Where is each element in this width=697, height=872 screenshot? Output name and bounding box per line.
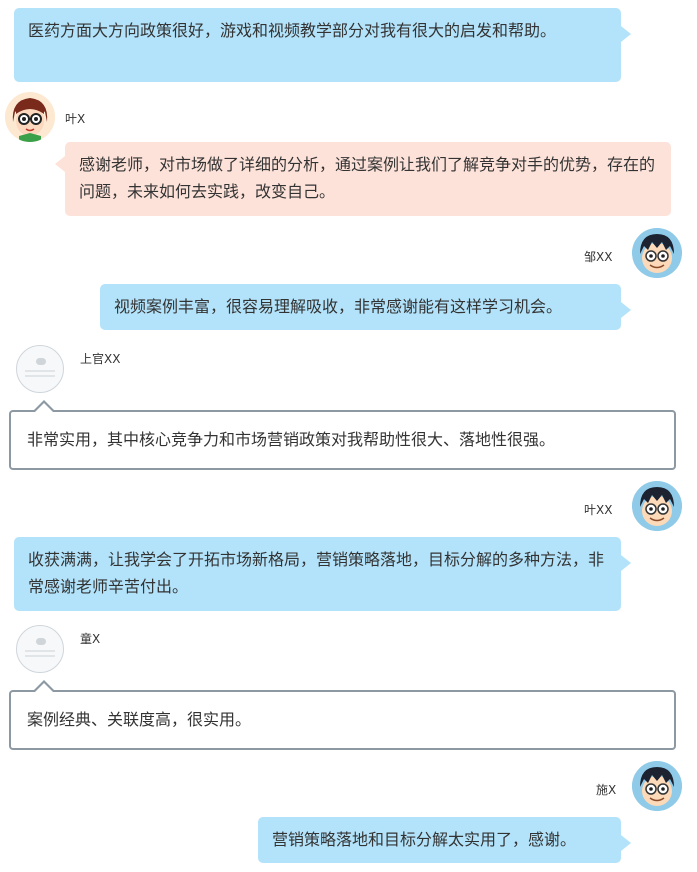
- message-text: 感谢老师，对市场做了详细的分析，通过案例让我们了解竞争对手的优势，存在的问题，未…: [79, 155, 656, 201]
- message-bubble: 医药方面大方向政策很好，游戏和视频教学部分对我有很大的启发和帮助。: [14, 8, 631, 82]
- message-bubble: 感谢老师，对市场做了详细的分析，通过案例让我们了解竞争对手的优势，存在的问题，未…: [55, 142, 671, 216]
- message-bubble: 视频案例丰富，很容易理解吸收，非常感谢能有这样学习机会。: [100, 284, 631, 330]
- message-text: 案例经典、关联度高，很实用。: [27, 710, 252, 729]
- sender-name: 施X: [596, 783, 617, 797]
- message-bubble: 非常实用，其中核心竞争力和市场营销政策对我帮助性很大、落地性很强。: [9, 400, 676, 470]
- placeholder-avatar-icon: [16, 345, 64, 393]
- avatar-boy-icon: [632, 761, 682, 811]
- placeholder-avatar-icon: [16, 625, 64, 673]
- avatar-boy-icon: [632, 228, 682, 278]
- avatar-boy-icon: [632, 481, 682, 531]
- message-text: 营销策略落地和目标分解太实用了，感谢。: [272, 830, 577, 849]
- message-bubble: 案例经典、关联度高，很实用。: [9, 680, 676, 750]
- sender-name: 叶X: [65, 112, 86, 126]
- message-text: 视频案例丰富，很容易理解吸收，非常感谢能有这样学习机会。: [114, 297, 563, 316]
- message-text: 非常实用，其中核心竞争力和市场营销政策对我帮助性很大、落地性很强。: [27, 430, 556, 449]
- message-text: 医药方面大方向政策很好，游戏和视频教学部分对我有很大的启发和帮助。: [28, 21, 557, 40]
- message-bubble: 收获满满，让我学会了开拓市场新格局，营销策略落地，目标分解的多种方法，非常感谢老…: [14, 537, 631, 611]
- sender-name: 邹XX: [584, 250, 613, 264]
- message-bubble: 营销策略落地和目标分解太实用了，感谢。: [258, 817, 631, 863]
- avatar-girl-icon: [5, 92, 55, 142]
- message-text: 收获满满，让我学会了开拓市场新格局，营销策略落地，目标分解的多种方法，非常感谢老…: [28, 550, 605, 596]
- sender-name: 上官XX: [80, 352, 121, 366]
- sender-name: 叶XX: [584, 503, 613, 517]
- sender-name: 童X: [80, 632, 101, 646]
